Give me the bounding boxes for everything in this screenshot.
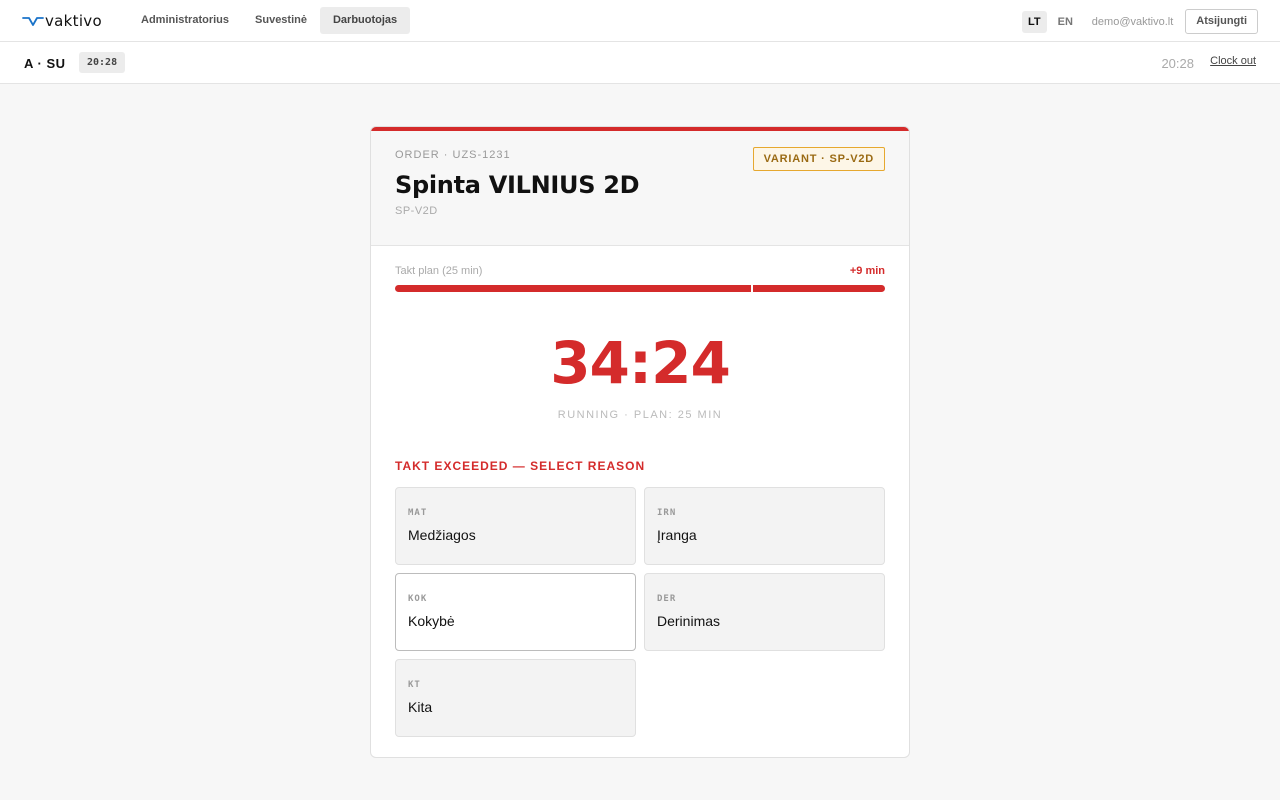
reason-code: KT <box>408 680 421 690</box>
logo-text: vaktivo <box>45 12 102 30</box>
user-email: demo@vaktivo.lt <box>1091 15 1174 28</box>
worker-bar: A · SU 20:28 20:28 Clock out <box>0 42 1280 84</box>
variant-badge: VARIANT · SP-V2D <box>752 147 885 171</box>
product-sku: SP-V2D <box>395 205 438 217</box>
header-right: LT EN demo@vaktivo.lt Atsijungti <box>1016 9 1258 34</box>
current-clock: 20:28 <box>1161 56 1194 71</box>
reason-name: Įranga <box>657 527 697 543</box>
order-number: ORDER · UZS-1231 <box>395 149 511 161</box>
reason-code: IRN <box>657 508 677 518</box>
takt-overrun: +9 min <box>849 265 885 277</box>
lang-en-button[interactable]: EN <box>1053 11 1078 33</box>
order-card: ORDER · UZS-1231 Spinta VILNIUS 2D SP-V2… <box>370 126 910 758</box>
takt-plan-label: Takt plan (25 min) <box>395 265 483 277</box>
elapsed-timer: 34:24 <box>550 329 731 397</box>
reason-code: DER <box>657 594 677 604</box>
top-navbar: vaktivo Administratorius Suvestinė Darbu… <box>0 0 1280 42</box>
order-header: ORDER · UZS-1231 Spinta VILNIUS 2D SP-V2… <box>371 131 909 246</box>
reason-code: KOK <box>408 594 428 604</box>
nav-item-administratorius[interactable]: Administratorius <box>128 7 242 34</box>
takt-progress-bar <box>395 285 885 292</box>
reason-code: MAT <box>408 508 428 518</box>
reason-name: Kita <box>408 699 433 715</box>
reason-name: Medžiagos <box>408 527 476 543</box>
clock-out-link[interactable]: Clock out <box>1210 55 1256 67</box>
reason-option-der[interactable]: DER Derinimas <box>644 573 885 651</box>
logo[interactable]: vaktivo <box>22 11 102 31</box>
reason-grid: MAT Medžiagos IRN Įranga KOK Kokybė DER … <box>395 487 885 737</box>
reason-name: Kokybė <box>408 613 455 629</box>
main-nav: Administratorius Suvestinė Darbuotojas <box>128 7 411 34</box>
wave-icon <box>22 17 44 26</box>
worker-initials: A · SU <box>24 56 66 71</box>
reason-heading: TAKT EXCEEDED — SELECT REASON <box>395 459 646 473</box>
logout-button[interactable]: Atsijungti <box>1185 9 1258 34</box>
nav-item-suvestine[interactable]: Suvestinė <box>242 7 320 34</box>
lang-lt-button[interactable]: LT <box>1021 10 1047 33</box>
reason-option-kok[interactable]: KOK Kokybė <box>395 573 636 651</box>
timer-status: RUNNING · PLAN: 25 MIN <box>557 409 723 421</box>
plan-marker <box>751 285 754 292</box>
reason-name: Derinimas <box>657 613 721 629</box>
shift-time-badge: 20:28 <box>79 52 126 73</box>
reason-option-kt[interactable]: KT Kita <box>395 659 636 737</box>
nav-item-darbuotojas[interactable]: Darbuotojas <box>319 7 411 34</box>
reason-option-mat[interactable]: MAT Medžiagos <box>395 487 636 565</box>
product-name: Spinta VILNIUS 2D <box>395 171 640 199</box>
reason-option-irn[interactable]: IRN Įranga <box>644 487 885 565</box>
